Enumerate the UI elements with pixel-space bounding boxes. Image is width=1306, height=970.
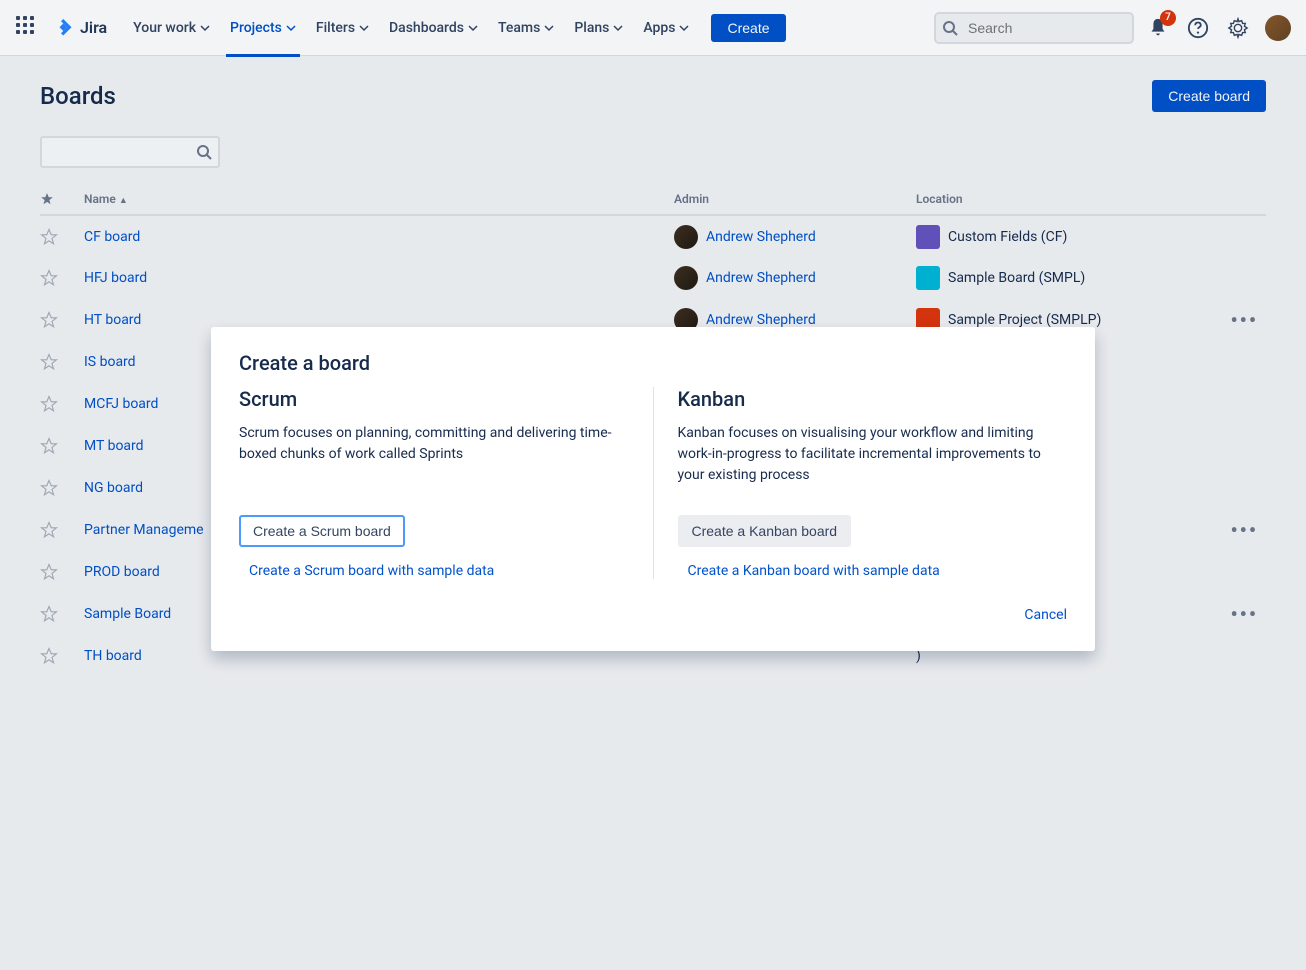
kanban-title: Kanban [678,387,1068,411]
create-scrum-sample-link[interactable]: Create a Scrum board with sample data [239,563,629,579]
kanban-column: Kanban Kanban focuses on visualising you… [653,387,1068,579]
scrum-description: Scrum focuses on planning, committing an… [239,423,629,487]
create-kanban-sample-link[interactable]: Create a Kanban board with sample data [678,563,1068,579]
kanban-description: Kanban focuses on visualising your workf… [678,423,1068,487]
create-scrum-board-button[interactable]: Create a Scrum board [239,515,405,547]
cancel-button[interactable]: Cancel [1024,607,1067,623]
scrum-title: Scrum [239,387,629,411]
scrum-column: Scrum Scrum focuses on planning, committ… [239,387,653,579]
modal-overlay[interactable]: Create a board Scrum Scrum focuses on pl… [0,0,1306,970]
modal-title: Create a board [239,351,1067,375]
create-board-modal: Create a board Scrum Scrum focuses on pl… [211,327,1095,651]
create-kanban-board-button[interactable]: Create a Kanban board [678,515,852,547]
